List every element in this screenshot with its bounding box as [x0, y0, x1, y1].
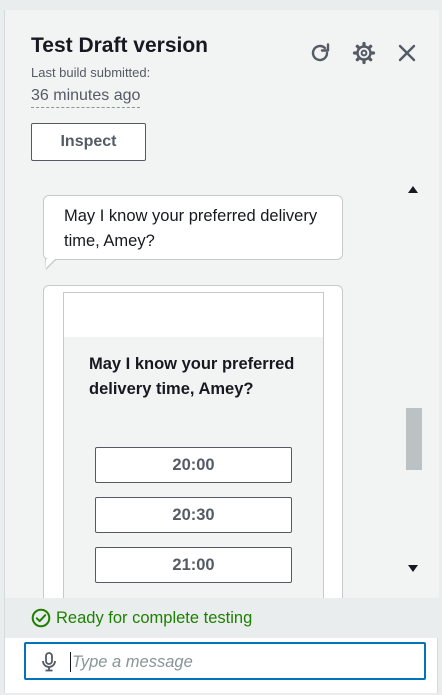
status-bar: Ready for complete testing [5, 598, 439, 638]
panel-title: Test Draft version [31, 34, 208, 57]
chat-transcript: May I know your preferred delivery time,… [5, 174, 439, 598]
scroll-down-arrow-icon[interactable] [408, 565, 418, 572]
response-card-body: May I know your preferred delivery time,… [63, 292, 324, 598]
bubble-tail-fill [46, 259, 55, 268]
refresh-icon[interactable] [307, 40, 333, 66]
last-build-label: Last build submitted: [31, 65, 151, 80]
message-input[interactable] [72, 648, 412, 676]
time-option-button[interactable]: 20:00 [95, 447, 292, 483]
chat-scrollbar[interactable] [403, 182, 425, 587]
close-icon[interactable] [394, 40, 420, 66]
time-option-button[interactable]: 20:30 [95, 497, 292, 533]
check-circle-icon [31, 608, 51, 628]
test-chat-panel: Test Draft version Last build submitted:… [4, 10, 439, 693]
time-option-button[interactable]: 21:00 [95, 547, 292, 583]
inspect-button[interactable]: Inspect [31, 123, 146, 161]
panel-header: Test Draft version Last build submitted:… [5, 10, 439, 174]
response-card-question: May I know your preferred delivery time,… [89, 355, 295, 398]
scroll-up-arrow-icon[interactable] [408, 186, 418, 193]
settings-icon[interactable] [351, 40, 377, 66]
scrollbar-thumb[interactable] [406, 408, 422, 470]
bot-message-bubble: May I know your preferred delivery time,… [43, 195, 343, 260]
response-card-image-area [64, 292, 323, 337]
last-build-time[interactable]: 36 minutes ago [31, 87, 141, 108]
text-caret [70, 652, 71, 672]
status-text: Ready for complete testing [56, 609, 253, 627]
response-card: May I know your preferred delivery time,… [43, 285, 343, 598]
microphone-icon[interactable] [40, 652, 58, 672]
message-input-box[interactable] [24, 642, 426, 680]
